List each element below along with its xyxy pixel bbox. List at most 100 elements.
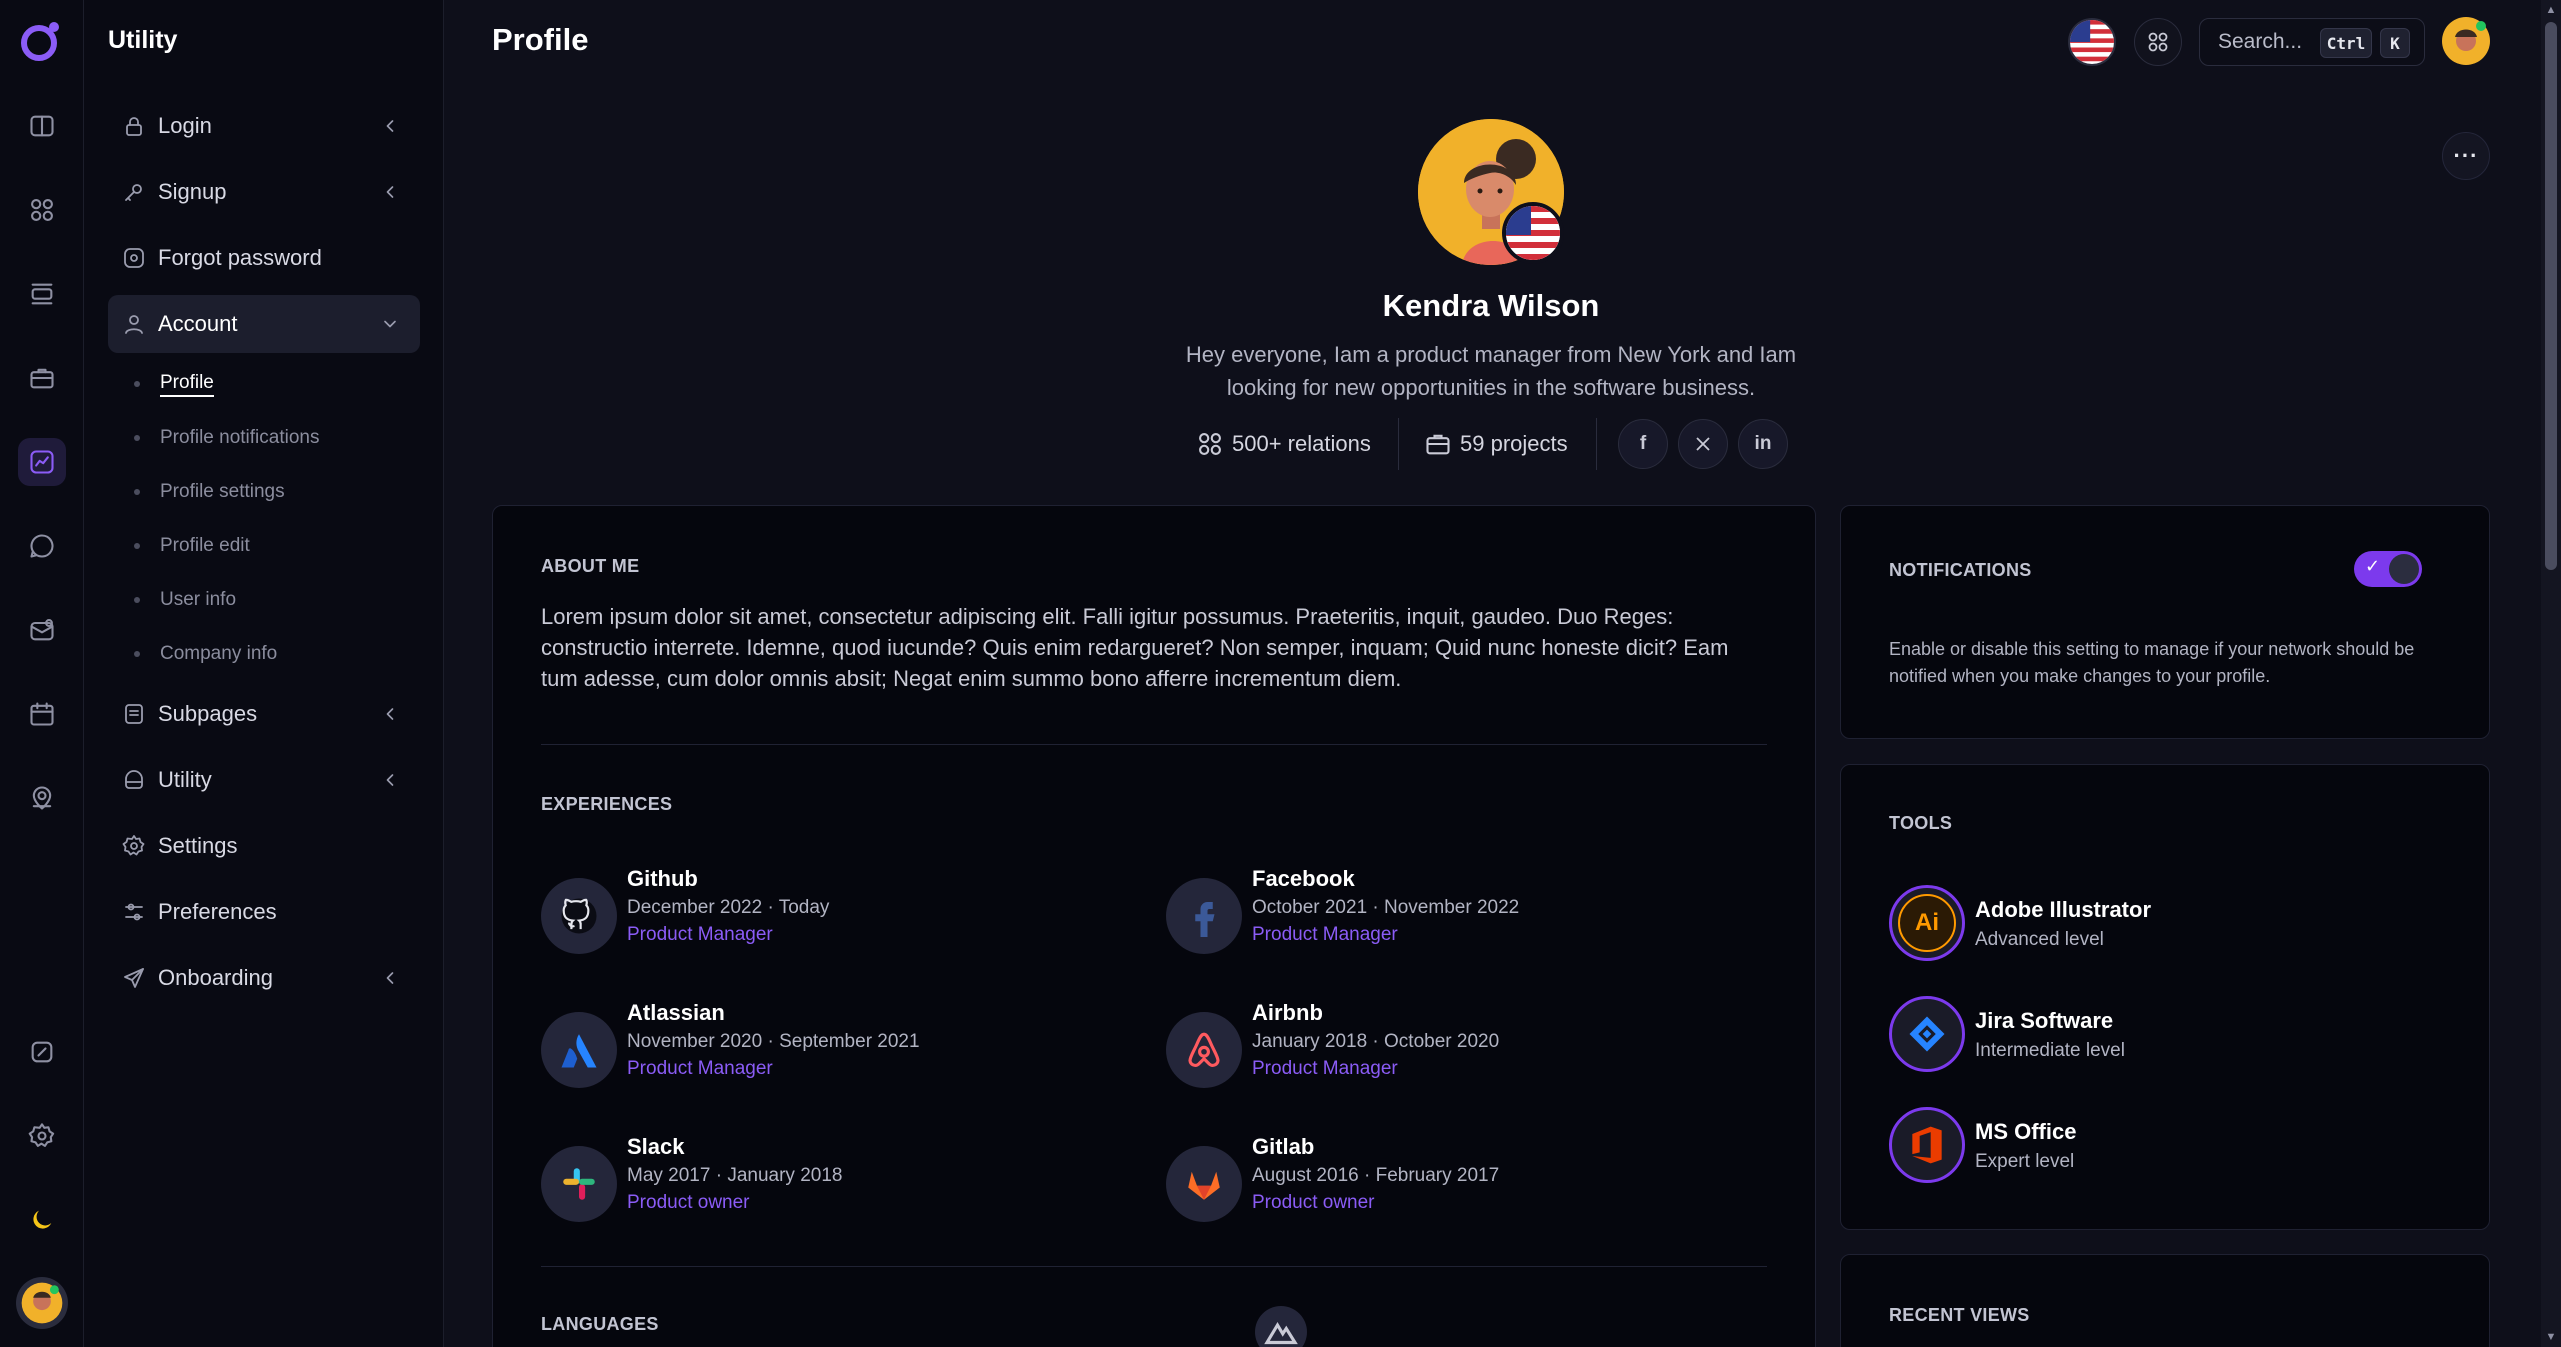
x-twitter-icon[interactable] [1678, 419, 1728, 469]
sidebar-item-label: Subpages [158, 701, 258, 726]
chat-icon[interactable] [18, 522, 66, 570]
k-key-hint: K [2380, 28, 2410, 58]
experience-role[interactable]: Product Manager [1252, 924, 1398, 946]
tool-item[interactable]: Ai Adobe Illustrator Advanced level [1889, 885, 2449, 965]
tool-level: Expert level [1975, 1151, 2075, 1172]
avatar[interactable] [16, 1277, 68, 1329]
us-flag-icon[interactable] [2068, 18, 2116, 66]
notifications-heading: NOTIFICATIONS [1889, 560, 2032, 580]
experience-item[interactable]: Facebook October 2021 · November 2022 Pr… [1166, 866, 1726, 956]
experience-company: Airbnb [1252, 1000, 1323, 1025]
languages-heading: LANGUAGES [541, 1314, 659, 1334]
key-icon [122, 180, 146, 204]
sidebar-subitem-user-info[interactable]: User info [134, 585, 236, 615]
analytics-icon[interactable] [18, 438, 66, 486]
lock-icon [122, 114, 146, 138]
sidebar-subitem-label: Profile edit [160, 535, 250, 556]
experience-dates: October 2021 · November 2022 [1252, 897, 1520, 918]
sidebar-subitem-profile[interactable]: Profile [134, 369, 214, 399]
sidebar-subitem-label: Company info [160, 643, 278, 664]
sidebar-item-onboarding[interactable]: Onboarding [108, 949, 420, 1007]
scroll-up-icon[interactable]: ▲ [2545, 4, 2557, 16]
sidebar-item-label: Settings [158, 833, 238, 858]
sidebar-subitem-profile-settings[interactable]: Profile settings [134, 477, 285, 507]
sidebar-item-login[interactable]: Login [108, 97, 420, 155]
tool-name: Jira Software [1975, 1008, 2114, 1033]
dark-mode-icon[interactable] [18, 1196, 66, 1244]
experience-role[interactable]: Product owner [627, 1192, 750, 1214]
atlassian-icon [541, 1012, 617, 1088]
sidebar-item-label: Utility [158, 767, 212, 792]
about-heading: ABOUT ME [541, 556, 640, 576]
experience-item[interactable]: Slack May 2017 · January 2018 Product ow… [541, 1134, 1101, 1224]
experience-company: Github [627, 866, 698, 891]
location-icon[interactable] [18, 774, 66, 822]
experience-item[interactable]: Atlassian November 2020 · September 2021… [541, 1000, 1101, 1090]
experience-dates: May 2017 · January 2018 [627, 1165, 843, 1186]
sidebar-subitem-label: Profile [160, 372, 214, 397]
more-options-button[interactable]: ··· [2442, 132, 2490, 180]
experience-role[interactable]: Product Manager [627, 924, 773, 946]
sidebar-item-account[interactable]: Account [108, 295, 420, 353]
sidebar-toggle-icon[interactable] [18, 102, 66, 150]
tools-card: TOOLS Ai Adobe Illustrator Advanced leve… [1840, 764, 2490, 1230]
scrollbar-thumb[interactable] [2545, 22, 2557, 570]
dashboard-icon[interactable] [18, 186, 66, 234]
sidebar-item-signup[interactable]: Signup [108, 163, 420, 221]
bullet-icon [134, 381, 140, 387]
notifications-description: Enable or disable this setting to manage… [1889, 639, 2415, 686]
sidebar-item-label: Forgot password [158, 245, 322, 270]
tool-item[interactable]: MS Office Expert level [1889, 1107, 2449, 1187]
us-flag-icon [1502, 202, 1564, 264]
experience-item[interactable]: Airbnb January 2018 · October 2020 Produ… [1166, 1000, 1726, 1090]
notifications-toggle[interactable]: ✓ [2354, 551, 2422, 587]
stat-divider [1398, 418, 1399, 470]
sidebar-subitem-profile-notifications[interactable]: Profile notifications [134, 423, 319, 453]
send-icon [122, 966, 146, 990]
tool-item[interactable]: Jira Software Intermediate level [1889, 996, 2449, 1076]
customize-icon[interactable] [18, 1028, 66, 1076]
avatar[interactable] [2441, 16, 2491, 66]
chevron-down-icon [380, 314, 400, 334]
briefcase-icon[interactable] [18, 354, 66, 402]
sidebar: Utility Login Signup Forgot password Acc… [84, 0, 444, 1347]
sidebar-subitem-company-info[interactable]: Company info [134, 639, 277, 669]
experience-role[interactable]: Product Manager [1252, 1058, 1398, 1080]
relations-stat: 500+ relations [1196, 428, 1371, 460]
language-icon [1255, 1306, 1307, 1347]
app-logo-icon[interactable] [17, 17, 65, 65]
mail-icon[interactable] [18, 606, 66, 654]
experience-dates: August 2016 · February 2017 [1252, 1165, 1500, 1186]
layout-icon[interactable] [18, 270, 66, 318]
facebook-icon[interactable]: f [1618, 419, 1668, 469]
sidebar-subitem-profile-edit[interactable]: Profile edit [134, 531, 250, 561]
apps-icon[interactable] [2134, 18, 2182, 66]
icon-rail [0, 0, 84, 1347]
search-input[interactable]: Search... Ctrl K [2199, 18, 2425, 66]
sidebar-item-label: Signup [158, 179, 227, 204]
sidebar-item-forgot-password[interactable]: Forgot password [108, 229, 420, 287]
page-scrollbar[interactable]: ▲ ▼ [2541, 0, 2561, 1347]
experience-item[interactable]: Gitlab August 2016 · February 2017 Produ… [1166, 1134, 1726, 1224]
sidebar-item-preferences[interactable]: Preferences [108, 883, 420, 941]
scroll-down-icon[interactable]: ▼ [2545, 1331, 2557, 1343]
bullet-icon [134, 489, 140, 495]
recent-views-heading: RECENT VIEWS [1889, 1305, 2030, 1325]
experience-role[interactable]: Product owner [1252, 1192, 1375, 1214]
experience-item[interactable]: Github December 2022 · Today Product Man… [541, 866, 1101, 956]
profile-bio: Hey everyone, Iam a product manager from… [1185, 342, 1797, 400]
experience-role[interactable]: Product Manager [627, 1058, 773, 1080]
sidebar-item-utility[interactable]: Utility [108, 751, 420, 809]
calendar-icon[interactable] [18, 690, 66, 738]
relations-count: 500+ relations [1232, 431, 1371, 456]
briefcase-icon [1426, 434, 1450, 455]
section-divider [541, 1266, 1767, 1267]
sidebar-item-subpages[interactable]: Subpages [108, 685, 420, 743]
profile-details-card: ABOUT ME Lorem ipsum dolor sit amet, con… [492, 505, 1816, 1347]
gear-icon [122, 834, 146, 858]
linkedin-icon[interactable]: in [1738, 419, 1788, 469]
bullet-icon [134, 435, 140, 441]
sidebar-item-settings[interactable]: Settings [108, 817, 420, 875]
gear-icon[interactable] [18, 1112, 66, 1160]
reset-icon [122, 246, 146, 270]
